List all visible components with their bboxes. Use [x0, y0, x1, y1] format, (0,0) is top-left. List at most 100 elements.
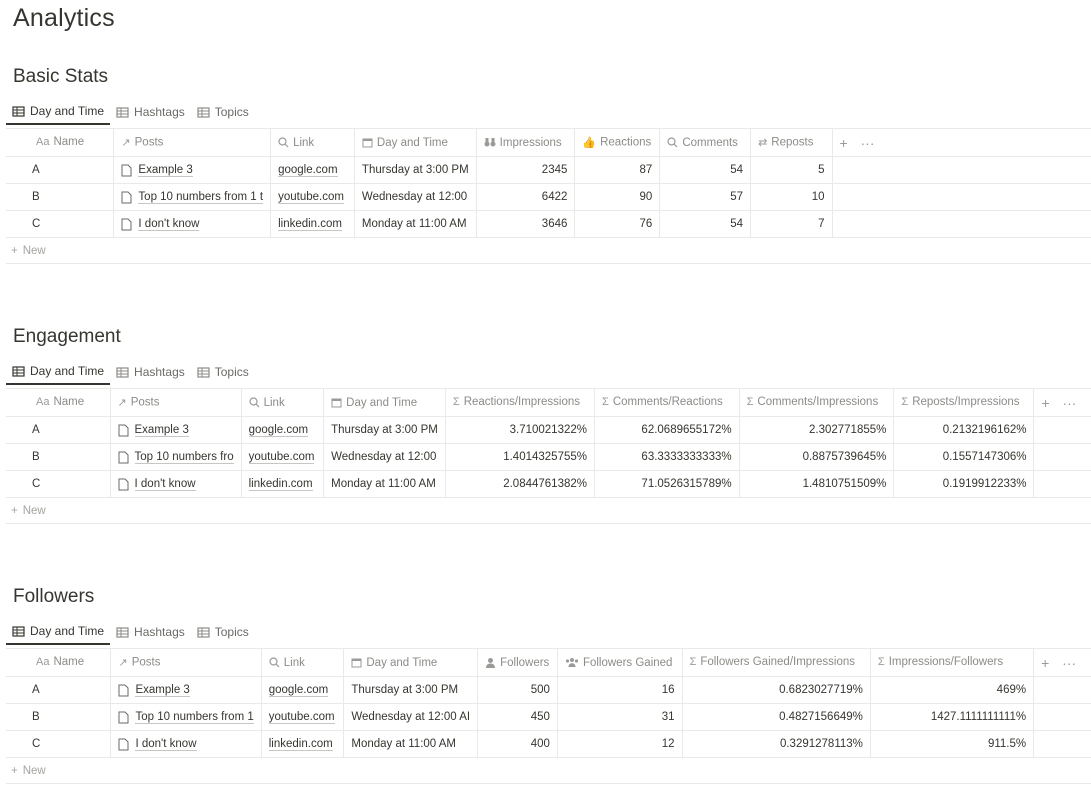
cell-link[interactable]: youtube.com [270, 183, 355, 211]
cell-comments-reactions[interactable]: 62.0689655172% [594, 416, 740, 444]
cell-post[interactable]: I don't know [113, 210, 272, 238]
cell-reactions-impressions[interactable]: 1.4014325755% [445, 443, 596, 471]
table-row[interactable]: B Top 10 numbers from 1 youtube.com Wedn… [6, 703, 1091, 731]
table-row[interactable]: A Example 3 google.com Thursday at 3:00 … [6, 676, 1091, 704]
cell-followers[interactable]: 400 [477, 730, 558, 758]
cell-day-and-time[interactable]: Thursday at 3:00 PM [323, 416, 446, 444]
add-column-button[interactable]: + [1041, 395, 1049, 411]
cell-impressions-followers[interactable]: 1427.1111111111% [870, 703, 1035, 731]
column-header-link[interactable]: Link [241, 388, 325, 417]
new-row-button[interactable]: + New [6, 238, 1091, 264]
cell-comments[interactable]: 54 [659, 210, 752, 238]
cell-day-and-time[interactable]: Thursday at 3:00 PM [343, 676, 479, 704]
column-header-followers-gained[interactable]: Followers Gained [557, 648, 683, 677]
cell-day-and-time[interactable]: Wednesday at 12:00 AI [343, 703, 479, 731]
cell-day-and-time[interactable]: Thursday at 3:00 PM [354, 156, 477, 184]
cell-reposts-impressions[interactable]: 0.1919912233% [893, 470, 1035, 498]
new-row-button[interactable]: + New [6, 498, 1091, 524]
cell-post[interactable]: I don't know [110, 470, 242, 498]
cell-comments[interactable]: 54 [659, 156, 752, 184]
cell-comments[interactable]: 57 [659, 183, 752, 211]
cell-link[interactable]: youtube.com [241, 443, 325, 471]
column-header-comments-impressions[interactable]: Σ Comments/Impressions [739, 388, 895, 417]
cell-reactions-impressions[interactable]: 3.710021322% [445, 416, 596, 444]
cell-day-and-time[interactable]: Monday at 11:00 AM [323, 470, 446, 498]
cell-post[interactable]: Top 10 numbers from 1 [110, 703, 262, 731]
cell-reposts-impressions[interactable]: 0.1557147306% [893, 443, 1035, 471]
cell-link[interactable]: google.com [241, 416, 325, 444]
cell-link[interactable]: google.com [261, 676, 345, 704]
table-row[interactable]: C I don't know linkedin.com Monday at 11… [6, 210, 1091, 238]
cell-day-and-time[interactable]: Wednesday at 12:00 [354, 183, 477, 211]
cell-impressions[interactable]: 3646 [476, 210, 576, 238]
tab-day-and-time[interactable]: Day and Time [6, 359, 111, 385]
tab-day-and-time[interactable]: Day and Time [6, 99, 111, 125]
table-row[interactable]: C I don't know linkedin.com Monday at 11… [6, 470, 1091, 498]
cell-impressions[interactable]: 2345 [476, 156, 576, 184]
cell-post[interactable]: I don't know [110, 730, 262, 758]
cell-link[interactable]: youtube.com [261, 703, 345, 731]
cell-followers-gained[interactable]: 31 [557, 703, 683, 731]
cell-reposts[interactable]: 10 [750, 183, 833, 211]
cell-name[interactable]: A [6, 676, 112, 704]
cell-comments-reactions[interactable]: 63.3333333333% [594, 443, 740, 471]
more-options-button[interactable]: ··· [1062, 395, 1076, 411]
cell-comments-impressions[interactable]: 2.302771855% [739, 416, 895, 444]
cell-link[interactable]: linkedin.com [270, 210, 355, 238]
cell-reactions-impressions[interactable]: 2.0844761382% [445, 470, 596, 498]
column-header-posts[interactable]: ↗ Posts [110, 388, 242, 417]
tab-hashtags[interactable]: Hashtags [110, 619, 191, 645]
column-header-day-and-time[interactable]: Day and Time [323, 388, 446, 417]
tab-hashtags[interactable]: Hashtags [110, 99, 191, 125]
column-header-name[interactable]: Aa Name [6, 128, 115, 157]
tab-day-and-time[interactable]: Day and Time [6, 619, 111, 645]
section-title-basic-stats[interactable]: Basic Stats [13, 66, 108, 88]
cell-impressions-followers[interactable]: 911.5% [870, 730, 1035, 758]
cell-reposts[interactable]: 5 [750, 156, 833, 184]
cell-name[interactable]: B [6, 183, 115, 211]
tab-topics[interactable]: Topics [191, 619, 255, 645]
cell-post[interactable]: Top 10 numbers fro [110, 443, 242, 471]
tab-topics[interactable]: Topics [191, 359, 255, 385]
cell-followers-gained-impressions[interactable]: 0.3291278113% [682, 730, 871, 758]
tab-hashtags[interactable]: Hashtags [110, 359, 191, 385]
cell-link[interactable]: linkedin.com [261, 730, 345, 758]
cell-followers[interactable]: 500 [477, 676, 558, 704]
column-header-name[interactable]: Aa Name [6, 648, 112, 677]
section-title-followers[interactable]: Followers [13, 586, 94, 608]
cell-name[interactable]: A [6, 416, 111, 444]
cell-name[interactable]: A [6, 156, 115, 184]
table-row[interactable]: B Top 10 numbers fro youtube.com Wednesd… [6, 443, 1091, 471]
cell-reactions[interactable]: 87 [574, 156, 661, 184]
column-header-link[interactable]: Link [270, 128, 355, 157]
column-header-impressions-followers[interactable]: Σ Impressions/Followers [870, 648, 1035, 677]
more-options-button[interactable]: ··· [1062, 655, 1076, 671]
cell-day-and-time[interactable]: Monday at 11:00 AM [354, 210, 477, 238]
cell-day-and-time[interactable]: Wednesday at 12:00 [323, 443, 446, 471]
column-header-reposts[interactable]: ⇄ Reposts [750, 128, 833, 157]
cell-followers[interactable]: 450 [477, 703, 558, 731]
column-header-posts[interactable]: ↗ Posts [110, 648, 262, 677]
cell-post[interactable]: Top 10 numbers from 1 t [113, 183, 272, 211]
table-row[interactable]: A Example 3 google.com Thursday at 3:00 … [6, 156, 1091, 184]
cell-followers-gained[interactable]: 16 [557, 676, 683, 704]
cell-link[interactable]: linkedin.com [241, 470, 325, 498]
cell-post[interactable]: Example 3 [110, 676, 262, 704]
column-header-posts[interactable]: ↗ Posts [113, 128, 272, 157]
table-row[interactable]: A Example 3 google.com Thursday at 3:00 … [6, 416, 1091, 444]
column-header-reactions-impressions[interactable]: Σ Reactions/Impressions [445, 388, 596, 417]
new-row-button[interactable]: + New [6, 758, 1091, 784]
column-header-link[interactable]: Link [261, 648, 345, 677]
column-header-reposts-impressions[interactable]: Σ Reposts/Impressions [893, 388, 1035, 417]
cell-reactions[interactable]: 76 [574, 210, 661, 238]
cell-day-and-time[interactable]: Monday at 11:00 AM [343, 730, 479, 758]
tab-topics[interactable]: Topics [191, 99, 255, 125]
column-header-comments[interactable]: Comments [659, 128, 752, 157]
cell-comments-reactions[interactable]: 71.0526315789% [594, 470, 740, 498]
cell-name[interactable]: C [6, 210, 115, 238]
add-column-button[interactable]: + [840, 135, 848, 151]
more-options-button[interactable]: ··· [861, 135, 875, 151]
cell-post[interactable]: Example 3 [110, 416, 242, 444]
cell-reactions[interactable]: 90 [574, 183, 661, 211]
column-header-day-and-time[interactable]: Day and Time [354, 128, 477, 157]
